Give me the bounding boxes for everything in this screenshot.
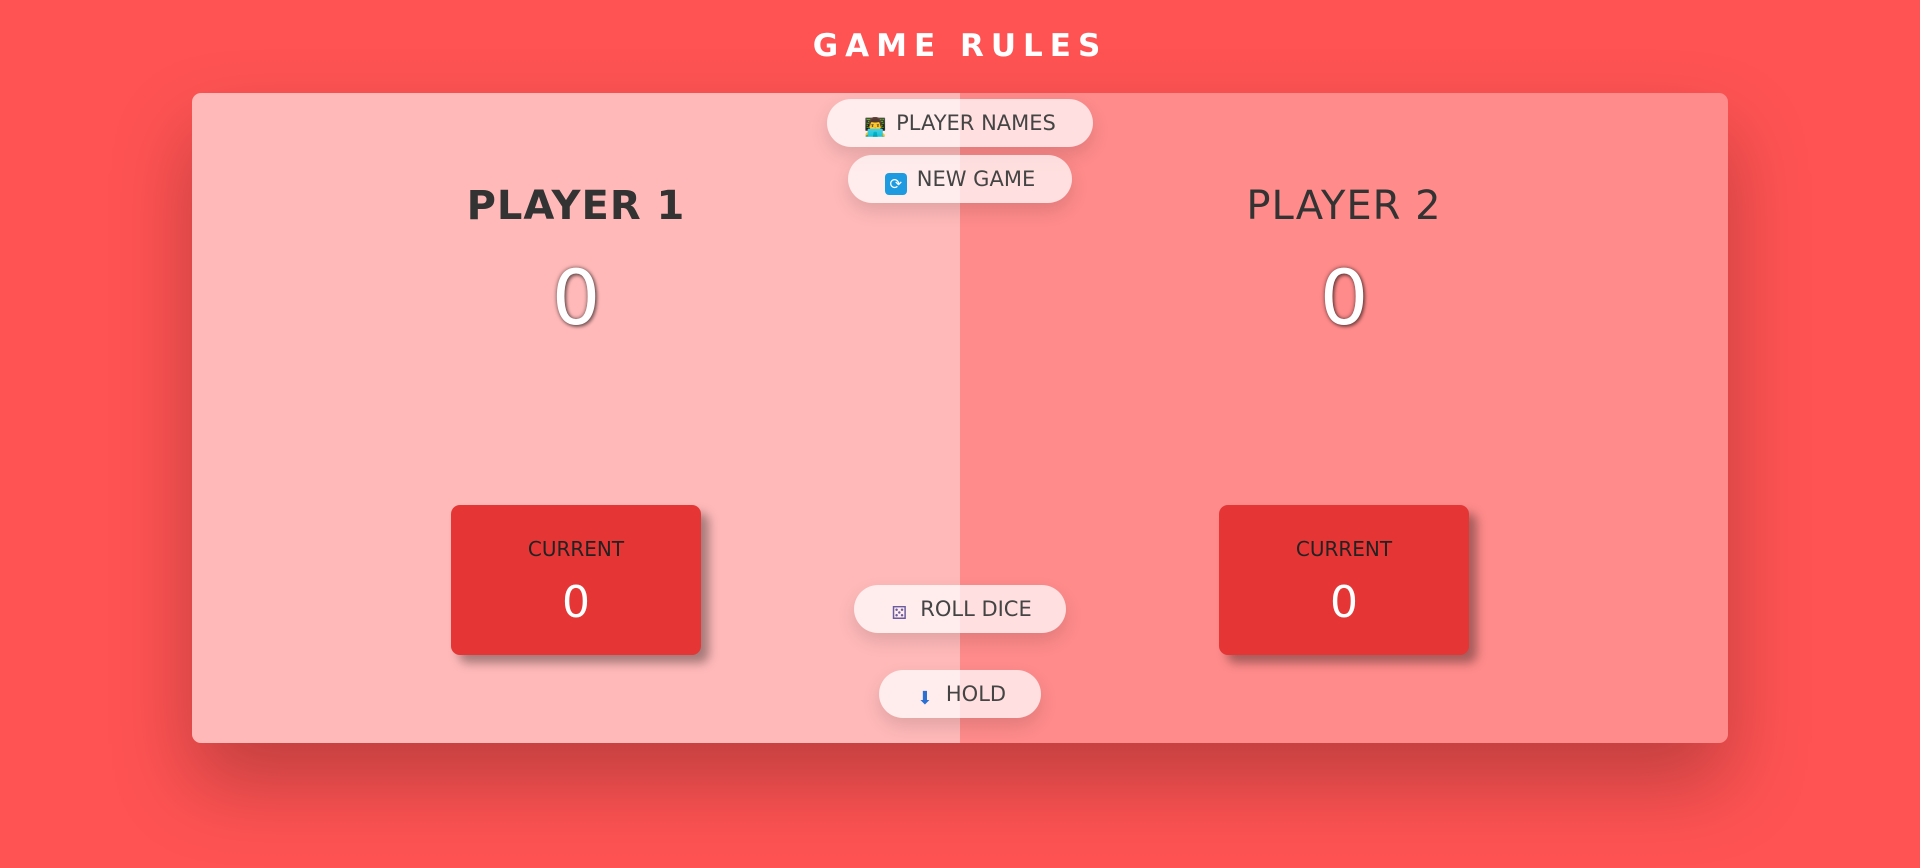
player-1-current-label: CURRENT [527, 537, 625, 561]
player-1-current-score: 0 [562, 577, 590, 628]
roll-dice-button[interactable]: ⚄ ROLL DICE [854, 585, 1066, 633]
player-2-name: PLAYER 2 [1246, 183, 1442, 229]
hold-label: HOLD [945, 682, 1007, 706]
player-2-current-score: 0 [1330, 577, 1358, 628]
player-1-current-box: CURRENT 0 [451, 505, 701, 655]
player-1-name: PLAYER 1 [466, 183, 686, 229]
game-rules-link[interactable]: GAME RULES [0, 28, 1920, 64]
dice-icon: ⚄ [891, 603, 908, 624]
new-game-label: NEW GAME [916, 167, 1036, 191]
player-1-panel: PLAYER 1 0 CURRENT 0 [192, 93, 960, 743]
person-at-computer-icon: 👨‍💻 [864, 117, 887, 138]
player-2-panel: PLAYER 2 0 CURRENT 0 [960, 93, 1728, 743]
hold-button[interactable]: ⬇ HOLD [879, 670, 1041, 718]
player-1-total-score: 0 [551, 253, 601, 342]
player-2-total-score: 0 [1319, 253, 1369, 342]
player-2-current-label: CURRENT [1295, 537, 1393, 561]
roll-dice-label: ROLL DICE [920, 597, 1032, 621]
player-2-current-box: CURRENT 0 [1219, 505, 1469, 655]
refresh-icon: ⟳ [884, 173, 907, 195]
player-names-button[interactable]: 👨‍💻 PLAYER NAMES [827, 99, 1093, 147]
player-names-label: PLAYER NAMES [896, 111, 1056, 135]
new-game-button[interactable]: ⟳ NEW GAME [848, 155, 1072, 203]
inbox-tray-icon: ⬇ [917, 688, 933, 709]
